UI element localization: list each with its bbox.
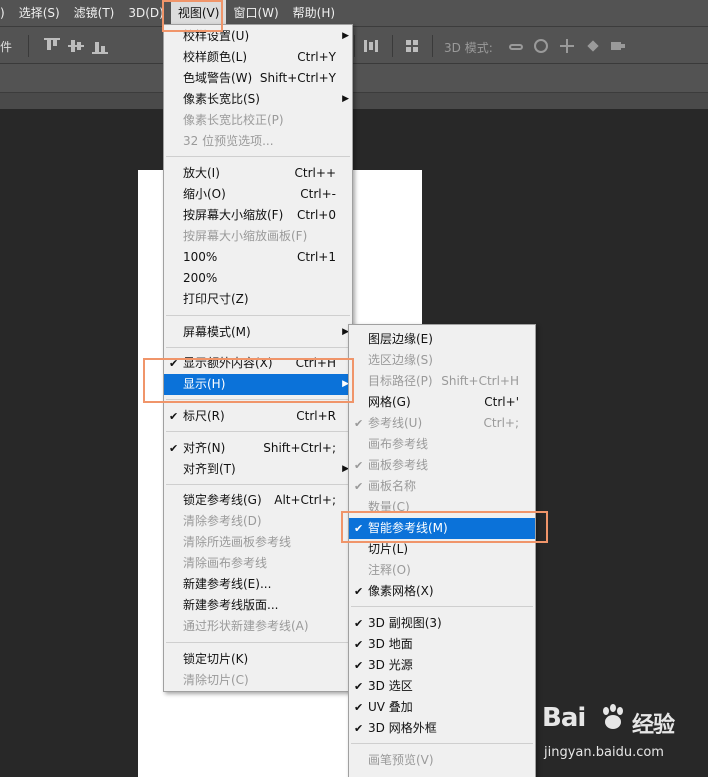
check-icon: ✔	[354, 617, 364, 630]
menu-item-fit-artboard: 按屏幕大小缩放画板(F)	[183, 229, 308, 243]
menu-item-clear-guides: 清除参考线(D)	[183, 514, 262, 528]
divider	[432, 35, 433, 57]
menu-item-pixel-aspect-correction: 像素长宽比校正(P)	[183, 113, 284, 127]
divider	[28, 35, 29, 57]
check-icon: ✔	[354, 459, 364, 472]
scale-3d-icon[interactable]	[610, 38, 626, 54]
menu-item-clear-artboard-guides: 清除所选画板参考线	[183, 535, 292, 549]
menu-bar: ) 选择(S) 滤镜(T) 3D(D) 视图(V) 窗口(W) 帮助(H)	[0, 0, 708, 26]
menu-help[interactable]: 帮助(H)	[286, 0, 342, 26]
paw-icon	[603, 704, 623, 729]
check-icon: ✔	[354, 638, 364, 651]
check-icon: ✔	[169, 442, 179, 455]
menu-item-gamut-warning[interactable]: 色域警告(W) Shift+Ctrl+Y	[164, 68, 352, 89]
submenu-item-grid[interactable]: 网格(G) Ctrl+'	[349, 392, 535, 413]
ruler-strip	[0, 92, 708, 109]
menu-cut-item[interactable]: )	[0, 0, 12, 26]
menu-item-screen-mode[interactable]: 屏幕模式(M) ▶	[164, 322, 352, 343]
menu-item-new-guide-layout[interactable]: 新建参考线版面...	[164, 595, 352, 616]
align-top-icon[interactable]	[44, 38, 60, 54]
menu-select[interactable]: 选择(S)	[12, 0, 67, 26]
menu-item-snap-to[interactable]: 对齐到(T) ▶	[164, 459, 352, 480]
menu-item-lock-guides[interactable]: 锁定参考线(G) Alt+Ctrl+;	[164, 490, 352, 511]
submenu-item-3d-selection[interactable]: ✔ 3D 选区	[349, 676, 535, 697]
menu-filter[interactable]: 滤镜(T)	[67, 0, 122, 26]
check-icon: ✔	[354, 722, 364, 735]
menu-separator	[351, 606, 533, 607]
submenu-item-notes: 注释(O)	[368, 563, 411, 577]
3d-mode-label: 3D 模式:	[444, 41, 493, 55]
horizontal-ruler	[0, 64, 708, 109]
divider	[354, 35, 355, 57]
options-bar: 件 3D 模式:	[0, 26, 708, 64]
menu-item-32bit-preview: 32 位预览选项...	[183, 134, 274, 148]
menu-window[interactable]: 窗口(W)	[226, 0, 285, 26]
menu-item-snap[interactable]: ✔ 对齐(N) Shift+Ctrl+;	[164, 438, 352, 459]
menu-item-100[interactable]: 100% Ctrl+1	[164, 247, 352, 268]
menu-item-print-size[interactable]: 打印尺寸(Z)	[164, 289, 352, 310]
menu-item-zoom-in[interactable]: 放大(I) Ctrl++	[164, 163, 352, 184]
submenu-arrow-icon: ▶	[342, 31, 349, 41]
annotation-box-show-item	[143, 358, 354, 403]
menu-separator	[351, 743, 533, 744]
check-icon: ✔	[169, 410, 179, 423]
drag-3d-icon[interactable]	[559, 38, 575, 54]
check-icon: ✔	[354, 680, 364, 693]
menu-item-lock-slices[interactable]: 锁定切片(K)	[164, 649, 352, 670]
check-icon: ✔	[354, 659, 364, 672]
menu-separator	[166, 315, 350, 316]
menu-item-pixel-aspect[interactable]: 像素长宽比(S) ▶	[164, 89, 352, 110]
submenu-item-brush-preview: 画笔预览(V)	[368, 753, 434, 767]
submenu-item-uv-overlay[interactable]: ✔ UV 叠加	[349, 697, 535, 718]
baidu-watermark: Bai 经验 jingyan.baidu.com	[542, 703, 704, 773]
menu-item-zoom-out[interactable]: 缩小(O) Ctrl+-	[164, 184, 352, 205]
menu-item-fit-screen[interactable]: 按屏幕大小缩放(F) Ctrl+0	[164, 205, 352, 226]
menu-item-clear-canvas-guides: 清除画布参考线	[183, 556, 268, 570]
submenu-item-artboard-guides: ✔ 画板参考线	[349, 455, 535, 476]
check-icon: ✔	[354, 480, 364, 493]
check-icon: ✔	[354, 701, 364, 714]
menu-separator	[166, 156, 350, 157]
submenu-item-3d-mesh-bounds[interactable]: ✔ 3D 网格外框	[349, 718, 535, 739]
menu-item-new-guide[interactable]: 新建参考线(E)...	[164, 574, 352, 595]
submenu-item-3d-lights[interactable]: ✔ 3D 光源	[349, 655, 535, 676]
menu-separator	[166, 642, 350, 643]
show-submenu: 图层边缘(E) 选区边缘(S) 目标路径(P) Shift+Ctrl+H 网格(G…	[348, 324, 536, 777]
submenu-item-pixel-grid[interactable]: ✔ 像素网格(X)	[349, 581, 535, 602]
annotation-box-view-menu	[162, 0, 223, 32]
menu-separator	[166, 347, 350, 348]
slide-3d-icon[interactable]	[585, 38, 601, 54]
watermark-logo-text: 经验	[632, 713, 675, 738]
check-icon: ✔	[354, 585, 364, 598]
submenu-item-canvas-guides: 画布参考线	[368, 437, 429, 451]
menu-item-200[interactable]: 200%	[164, 268, 352, 289]
submenu-item-target-path: 目标路径(P) Shift+Ctrl+H	[368, 374, 519, 388]
submenu-item-layer-edges[interactable]: 图层边缘(E)	[349, 329, 535, 350]
menu-separator	[166, 431, 350, 432]
divider	[392, 35, 393, 57]
menu-item-proof-colors[interactable]: 校样颜色(L) Ctrl+Y	[164, 47, 352, 68]
orbit-3d-icon[interactable]	[508, 38, 524, 54]
submenu-item-3d-ground[interactable]: ✔ 3D 地面	[349, 634, 535, 655]
auto-align-icon[interactable]	[404, 38, 420, 54]
watermark-url: jingyan.baidu.com	[544, 745, 664, 760]
menu-separator	[166, 484, 350, 485]
roll-3d-icon[interactable]	[533, 38, 549, 54]
submenu-item-selection-edges: 选区边缘(S)	[368, 353, 433, 367]
watermark-logo: Bai	[542, 703, 586, 733]
menu-item-rulers[interactable]: ✔ 标尺(R) Ctrl+R	[164, 406, 352, 427]
submenu-arrow-icon: ▶	[342, 94, 349, 104]
submenu-item-3d-secondary-view[interactable]: ✔ 3D 副视图(3)	[349, 613, 535, 634]
check-icon: ✔	[354, 417, 364, 430]
options-label: 件	[0, 40, 13, 54]
submenu-item-artboard-names: ✔ 画板名称	[349, 476, 535, 497]
distribute-icon[interactable]	[362, 38, 378, 54]
menu-item-clear-slices: 清除切片(C)	[183, 673, 249, 687]
menu-item-guides-from-shape: 通过形状新建参考线(A)	[183, 619, 309, 633]
annotation-box-smart-guides	[341, 511, 548, 543]
submenu-item-guides: ✔ 参考线(U) Ctrl+;	[349, 413, 535, 434]
align-bottom-icon[interactable]	[92, 38, 108, 54]
align-vcenter-icon[interactable]	[68, 38, 84, 54]
